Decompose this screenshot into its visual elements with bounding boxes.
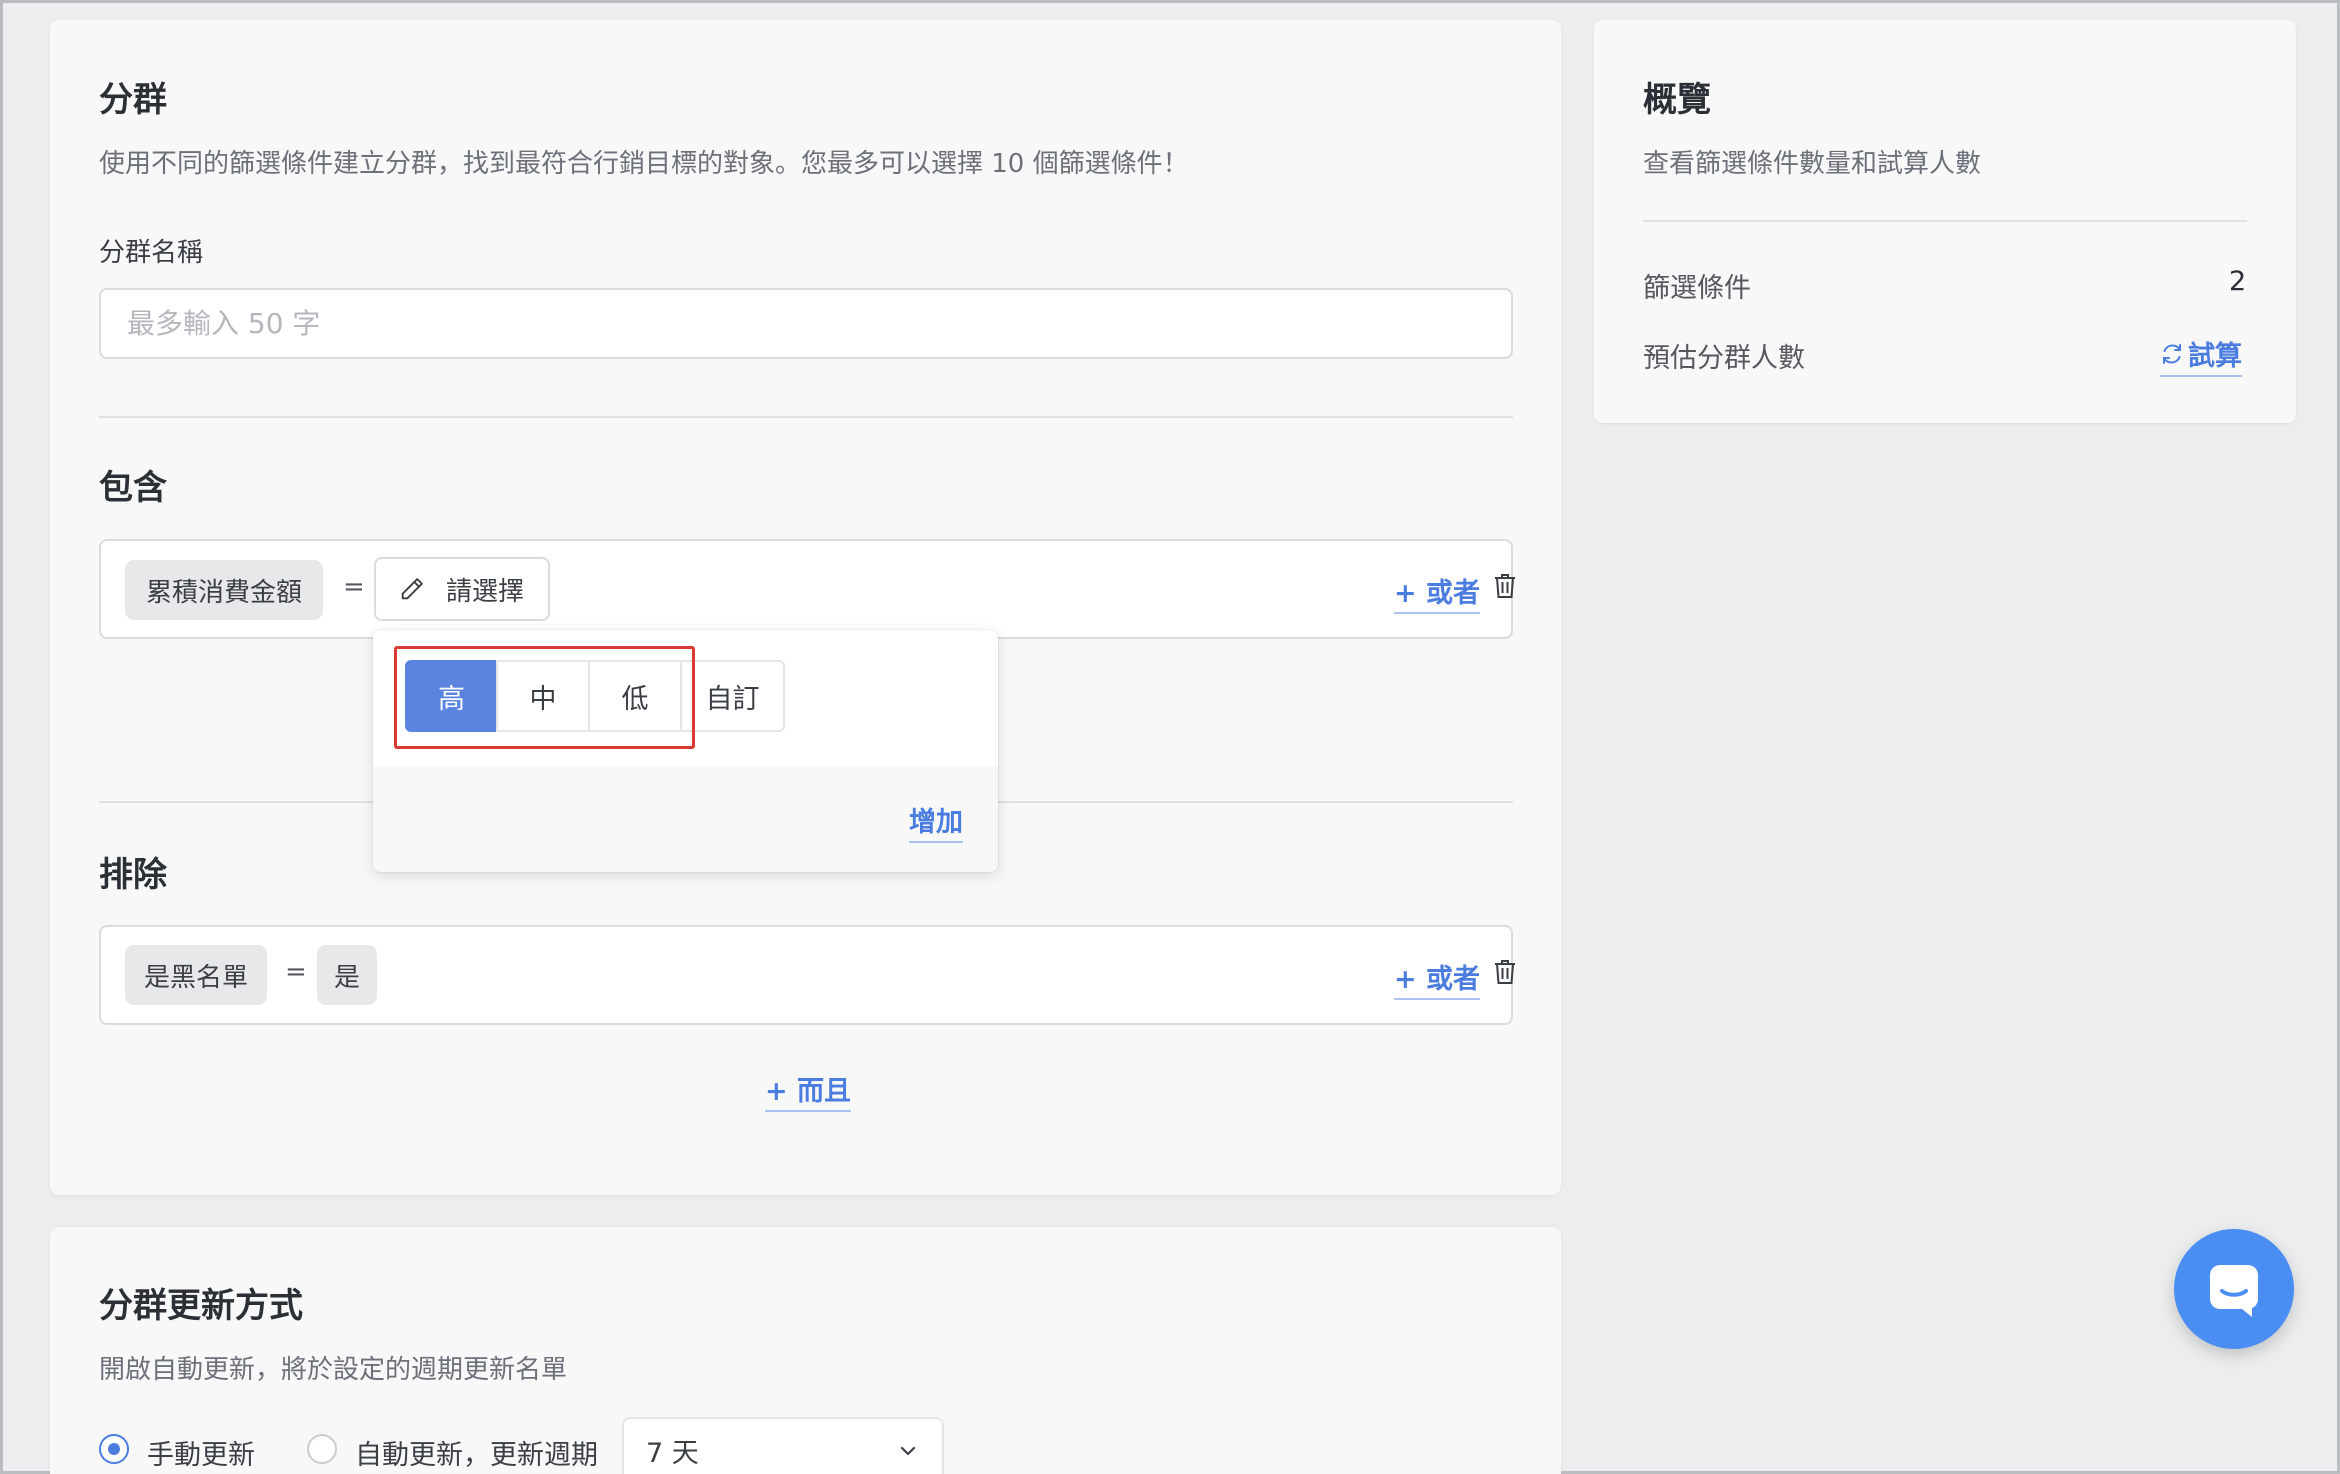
include-value-select[interactable]: 請選擇 xyxy=(374,557,550,621)
segment-title: 分群 xyxy=(99,80,167,120)
exclude-condition-row: 是黑名單 = 是 + 或者 xyxy=(99,925,1516,1025)
update-method-card: 分群更新方式 開啟自動更新，將於設定的週期更新名單 手動更新 自動更新，更新週期… xyxy=(50,1227,1561,1474)
auto-update-radio[interactable] xyxy=(307,1434,337,1464)
overview-divider xyxy=(1643,220,2247,222)
exclude-or-button[interactable]: + 或者 xyxy=(1394,957,1481,1000)
overview-description: 查看篩選條件數量和試算人數 xyxy=(1643,149,1982,179)
options-highlight-box xyxy=(394,646,695,749)
overview-title: 概覽 xyxy=(1643,80,1711,120)
chat-launcher-button[interactable] xyxy=(2174,1229,2294,1349)
update-description: 開啟自動更新，將於設定的週期更新名單 xyxy=(99,1355,568,1385)
estimate-button-label: 試算 xyxy=(2188,341,2242,372)
include-or-button[interactable]: + 或者 xyxy=(1394,571,1481,614)
estimate-label: 預估分群人數 xyxy=(1643,343,1805,374)
include-condition-row: 累積消費金額 = 請選擇 + 或者 xyxy=(99,539,1516,639)
include-operator: = xyxy=(343,572,365,602)
auto-update-label[interactable]: 自動更新，更新週期 xyxy=(355,1433,598,1472)
exclude-field-chip: 是黑名單 xyxy=(125,945,267,1005)
update-period-select[interactable]: 7 天 xyxy=(622,1417,944,1474)
chevron-down-icon xyxy=(898,1441,918,1461)
exclude-value-chip[interactable]: 是 xyxy=(317,945,377,1005)
pencil-icon xyxy=(398,575,426,603)
include-field-chip: 累積消費金額 xyxy=(125,560,323,620)
segment-card: 分群 使用不同的篩選條件建立分群，找到最符合行銷目標的對象。您最多可以選擇 10… xyxy=(50,20,1561,1195)
section-divider xyxy=(99,416,1513,418)
refresh-icon xyxy=(2160,342,2184,366)
trash-icon[interactable] xyxy=(1494,573,1516,599)
segment-name-field[interactable] xyxy=(99,288,1513,359)
manual-update-label[interactable]: 手動更新 xyxy=(147,1433,255,1472)
estimate-button[interactable]: 試算 xyxy=(2160,334,2242,377)
and-button[interactable]: + 而且 xyxy=(765,1069,852,1112)
segment-name-input[interactable] xyxy=(127,307,1511,340)
manual-update-radio[interactable] xyxy=(99,1434,129,1464)
update-period-value: 7 天 xyxy=(646,1437,699,1469)
trash-icon[interactable] xyxy=(1494,959,1516,985)
overview-card: 概覽 查看篩選條件數量和試算人數 篩選條件 2 預估分群人數 試算 xyxy=(1594,20,2296,423)
segment-name-label: 分群名稱 xyxy=(99,238,204,268)
filter-count-value: 2 xyxy=(2229,266,2247,297)
segment-description: 使用不同的篩選條件建立分群，找到最符合行銷目標的對象。您最多可以選擇 10 個篩… xyxy=(99,149,1189,179)
exclude-title: 排除 xyxy=(99,855,167,895)
add-option-button[interactable]: 增加 xyxy=(909,800,963,843)
popover-footer xyxy=(373,766,998,872)
chat-icon xyxy=(2202,1257,2266,1321)
include-title: 包含 xyxy=(99,468,167,508)
option-custom[interactable]: 自訂 xyxy=(680,660,785,732)
update-title: 分群更新方式 xyxy=(99,1286,303,1326)
filter-count-label: 篩選條件 xyxy=(1643,273,1751,304)
include-value-select-label: 請選擇 xyxy=(446,576,525,607)
exclude-operator: = xyxy=(285,957,307,987)
